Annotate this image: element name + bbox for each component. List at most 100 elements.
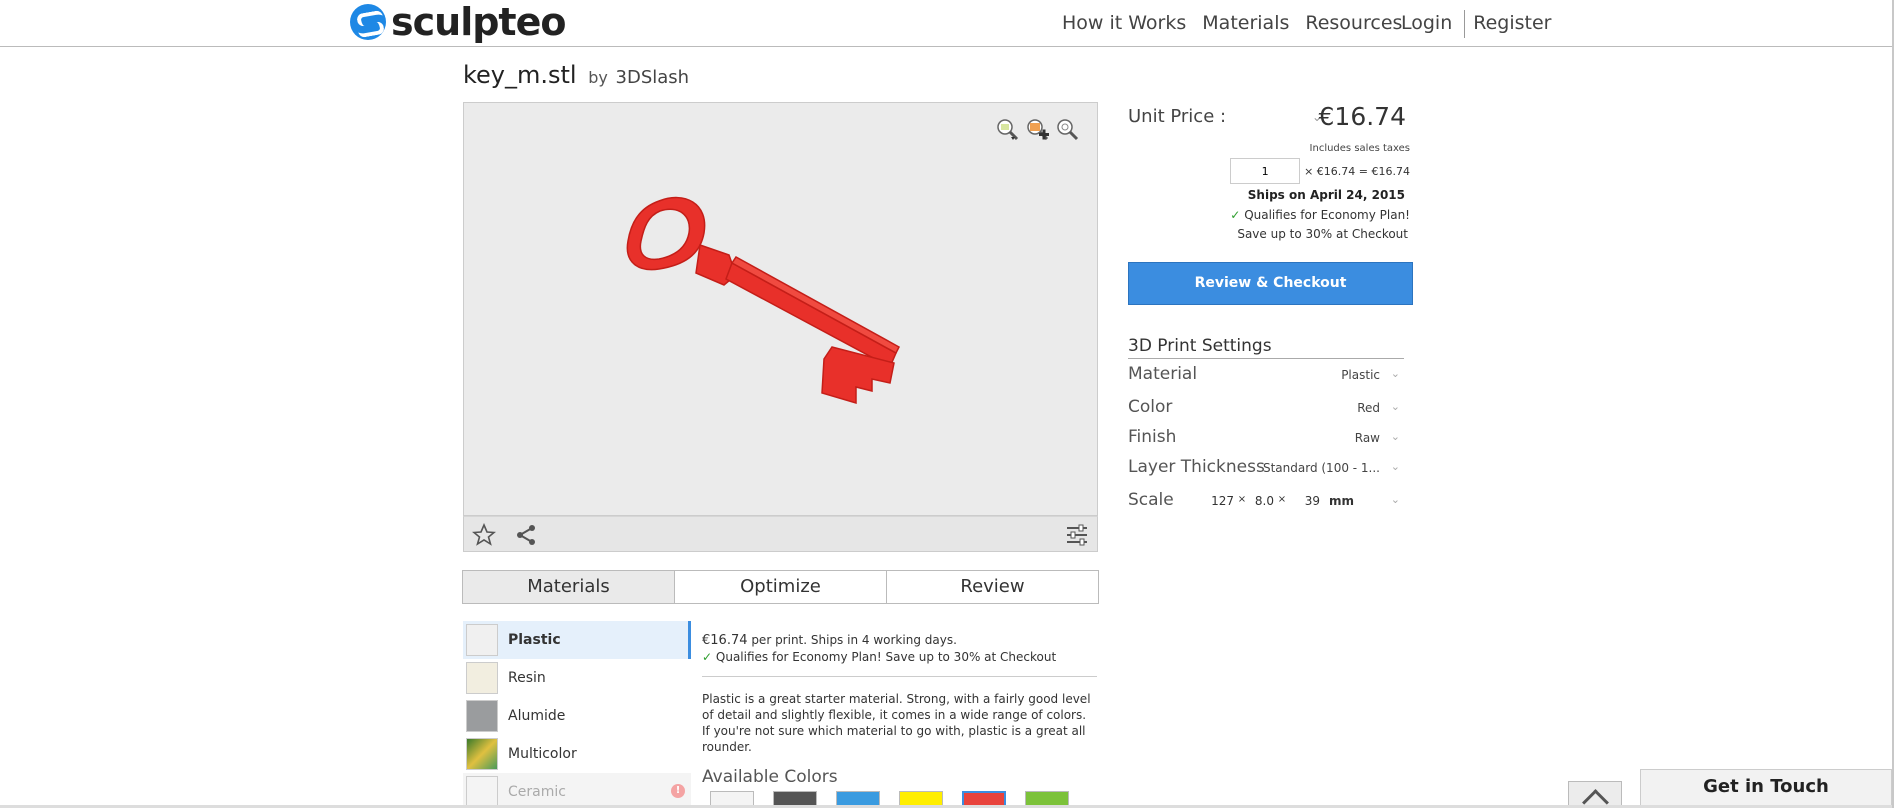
quantity-input[interactable] <box>1230 158 1301 184</box>
chevron-down-icon: ⌄ <box>1390 367 1400 380</box>
material-description: Plastic is a great starter material. Str… <box>702 692 1091 754</box>
setting-label: Layer Thickness <box>1128 457 1265 477</box>
nav-divider <box>1464 10 1466 38</box>
zoom-in-icon[interactable] <box>1025 117 1051 143</box>
scale-y-input[interactable]: 8.0 <box>1250 494 1274 508</box>
nav-resources[interactable]: Resources <box>1305 12 1402 34</box>
ship-days: 4 <box>861 633 870 647</box>
scale-x-input[interactable]: 127 <box>1206 494 1234 508</box>
days-suffix: working days. <box>869 633 957 647</box>
material-label: Resin <box>508 670 546 686</box>
material-item-ceramic[interactable]: Ceramic ! <box>463 773 691 808</box>
login-link[interactable]: Login <box>1401 12 1452 38</box>
workflow-tabs: Materials Optimize Review <box>462 570 1099 604</box>
chevron-down-icon: ⌄ <box>1390 460 1400 473</box>
author-link[interactable]: 3DSlash <box>616 67 690 88</box>
material-item-alumide[interactable]: Alumide <box>463 697 691 735</box>
setting-material[interactable]: Material Plastic ⌄ <box>1128 364 1408 386</box>
available-colors-label: Available Colors <box>702 767 838 787</box>
quantity-row: × €16.74 = €16.74 <box>1230 158 1410 184</box>
nav-materials[interactable]: Materials <box>1202 12 1289 34</box>
main-nav: How it Works Materials Resources <box>1062 12 1418 34</box>
tab-materials[interactable]: Materials <box>463 571 675 603</box>
material-label: Plastic <box>508 632 561 648</box>
setting-label: Material <box>1128 364 1198 384</box>
review-checkout-button[interactable]: Review & Checkout <box>1128 262 1413 305</box>
star-icon[interactable] <box>472 523 496 547</box>
material-swatch <box>466 662 498 694</box>
material-label: Ceramic <box>508 784 566 800</box>
check-icon: ✓ <box>702 650 713 664</box>
nav-how-it-works[interactable]: How it Works <box>1062 12 1186 34</box>
check-icon: ✓ <box>1230 208 1241 222</box>
by-label: by <box>588 68 608 87</box>
setting-label: Finish <box>1128 427 1177 447</box>
chevron-down-icon: ⌄ <box>1390 430 1400 443</box>
share-icon[interactable] <box>514 523 538 547</box>
logo-mark-icon <box>350 4 386 40</box>
viewer-tools <box>995 117 1081 143</box>
material-item-multicolor[interactable]: Multicolor <box>463 735 691 773</box>
setting-scale: Scale 127 × 8.0 × 39 mm ⌄ <box>1128 490 1408 512</box>
tab-optimize[interactable]: Optimize <box>675 571 887 603</box>
scale-unit-select[interactable]: mm <box>1320 494 1354 508</box>
setting-finish[interactable]: Finish Raw ⌄ <box>1128 427 1408 449</box>
material-info: €16.74 per print. Ships in 4 working day… <box>702 632 1097 787</box>
scale-z-input[interactable]: 39 <box>1290 494 1320 508</box>
model-filename: key_m.stl <box>463 61 577 89</box>
material-list: Plastic Resin Alumide Multicolor Ceramic… <box>463 621 691 808</box>
material-swatch <box>466 700 498 732</box>
ship-date: Ships on April 24, 2015 <box>1247 188 1405 202</box>
chevron-down-icon: ⌄ <box>1390 493 1400 506</box>
setting-value: Standard (100 - 1... <box>1262 461 1380 475</box>
key-model <box>626 196 900 405</box>
material-swatch <box>466 776 498 808</box>
times-sign: × <box>1237 494 1247 505</box>
print-settings-title: 3D Print Settings <box>1128 336 1404 359</box>
material-swatch <box>466 624 498 656</box>
setting-label: Scale <box>1128 490 1174 510</box>
quantity-formula: × €16.74 = €16.74 <box>1304 164 1410 178</box>
viewer-toolbar <box>463 516 1098 552</box>
material-item-plastic[interactable]: Plastic <box>463 621 691 659</box>
settings-sliders-icon[interactable] <box>1065 523 1089 547</box>
unit-price: €16.74 <box>1318 102 1406 131</box>
zoom-out-icon[interactable] <box>1055 117 1081 143</box>
save-note: Save up to 30% at Checkout <box>1237 227 1408 241</box>
tab-review[interactable]: Review <box>887 571 1098 603</box>
setting-color[interactable]: Color Red ⌄ <box>1128 397 1408 419</box>
setting-value: Red <box>1357 401 1380 415</box>
user-nav: Login Register <box>1401 10 1568 38</box>
material-item-resin[interactable]: Resin <box>463 659 691 697</box>
material-label: Multicolor <box>508 746 577 762</box>
sculpteo-logo[interactable]: sculpteo <box>350 0 566 44</box>
setting-label: Color <box>1128 397 1173 417</box>
material-swatch <box>466 738 498 770</box>
material-qualifies-line: ✓ Qualifies for Economy Plan! Save up to… <box>702 649 1097 666</box>
warning-icon: ! <box>671 784 685 798</box>
zoom-fit-icon[interactable] <box>995 117 1021 143</box>
material-price: €16.74 <box>702 633 748 648</box>
setting-layer-thickness[interactable]: Layer Thickness Standard (100 - 1... ⌄ <box>1128 457 1408 479</box>
unit-price-label: Unit Price : <box>1128 106 1227 127</box>
chevron-down-icon: ⌄ <box>1390 400 1400 413</box>
get-in-touch-button[interactable]: Get in Touch <box>1640 769 1892 808</box>
taxes-note: Includes sales taxes <box>1309 143 1410 154</box>
register-link[interactable]: Register <box>1473 12 1551 38</box>
qualifies-text: Qualifies for Economy Plan! <box>1244 208 1410 222</box>
site-header: sculpteo How it Works Materials Resource… <box>0 0 1892 47</box>
price-suffix: per print. Ships in <box>747 633 862 647</box>
model-viewer[interactable] <box>463 102 1098 516</box>
qualifies-text: Qualifies for Economy Plan! Save up to 3… <box>715 650 1057 664</box>
setting-value: Plastic <box>1341 368 1380 382</box>
logo-text: sculpteo <box>391 0 566 44</box>
setting-value: Raw <box>1354 431 1380 445</box>
divider <box>702 676 1097 677</box>
material-price-line: €16.74 per print. Ships in 4 working day… <box>702 632 1097 649</box>
economy-plan-note: ✓ Qualifies for Economy Plan! <box>1230 208 1410 222</box>
scale-values: 127 × 8.0 × 39 mm <box>1206 494 1354 508</box>
scroll-to-top-button[interactable] <box>1568 781 1622 808</box>
page: sculpteo How it Works Materials Resource… <box>0 0 1894 808</box>
material-label: Alumide <box>508 708 566 724</box>
times-sign: × <box>1277 494 1287 505</box>
